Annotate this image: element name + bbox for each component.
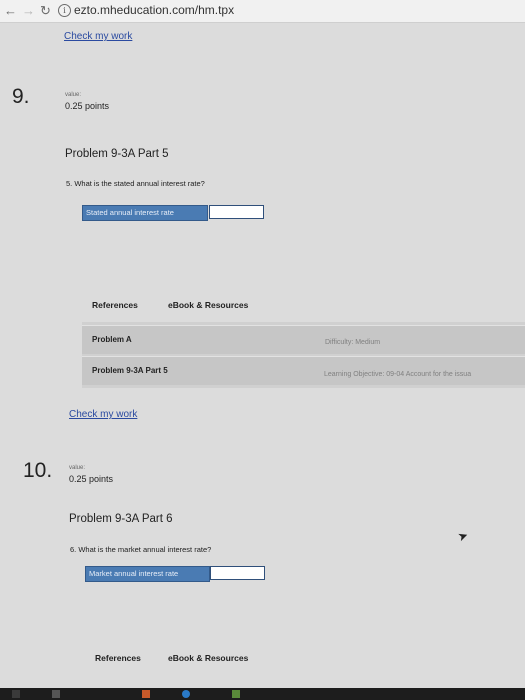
- reference-row-label: Problem 9-3A Part 5: [92, 366, 168, 375]
- browser-toolbar: ← → ↻ i ezto.mheducation.com/hm.tpx: [0, 0, 525, 23]
- stated-rate-input[interactable]: [209, 205, 264, 219]
- points-value: 0.25 points: [69, 474, 114, 484]
- start-icon[interactable]: [12, 690, 20, 698]
- market-rate-field: Market annual interest rate: [85, 566, 265, 582]
- stated-rate-field: Stated annual interest rate: [82, 205, 264, 221]
- check-my-work-link[interactable]: Check my work: [69, 409, 137, 420]
- reference-row-label: Problem A: [92, 335, 132, 344]
- reference-row[interactable]: Problem A: [82, 325, 525, 354]
- market-rate-input[interactable]: [210, 566, 265, 580]
- check-my-work-link-top[interactable]: Check my work: [64, 31, 132, 42]
- info-icon[interactable]: i: [58, 4, 71, 17]
- question-text: 6. What is the market annual interest ra…: [70, 545, 212, 554]
- address-bar[interactable]: ezto.mheducation.com/hm.tpx: [74, 3, 234, 17]
- forward-arrow-icon[interactable]: →: [22, 3, 35, 18]
- learning-objective-text: Learning Objective: 09-04 Account for th…: [324, 371, 472, 378]
- reload-icon[interactable]: ↻: [40, 3, 51, 19]
- tab-references[interactable]: References: [92, 300, 138, 310]
- question-number: 9.: [12, 85, 30, 108]
- field-label: Market annual interest rate: [85, 566, 210, 582]
- value-label: value:: [69, 465, 86, 471]
- app-icon[interactable]: [142, 690, 150, 698]
- difficulty-text: Difficulty: Medium: [325, 339, 381, 346]
- tab-ebook-resources[interactable]: eBook & Resources: [168, 653, 248, 663]
- question-number: 10.: [23, 459, 53, 482]
- tab-ebook-resources[interactable]: eBook & Resources: [168, 300, 248, 310]
- mouse-cursor-icon: ➤: [455, 527, 471, 545]
- problem-title: Problem 9-3A Part 6: [69, 513, 173, 525]
- points-value: 0.25 points: [65, 101, 110, 111]
- field-label: Stated annual interest rate: [82, 205, 208, 221]
- taskbar: [0, 688, 525, 700]
- tab-references[interactable]: References: [95, 653, 141, 663]
- app-icon[interactable]: [232, 690, 240, 698]
- back-arrow-icon[interactable]: ←: [4, 3, 17, 18]
- browser-app-icon[interactable]: [182, 690, 190, 698]
- value-label: value:: [65, 92, 82, 98]
- problem-title: Problem 9-3A Part 5: [65, 148, 169, 160]
- task-view-icon[interactable]: [52, 690, 60, 698]
- question-text: 5. What is the stated annual interest ra…: [66, 179, 205, 188]
